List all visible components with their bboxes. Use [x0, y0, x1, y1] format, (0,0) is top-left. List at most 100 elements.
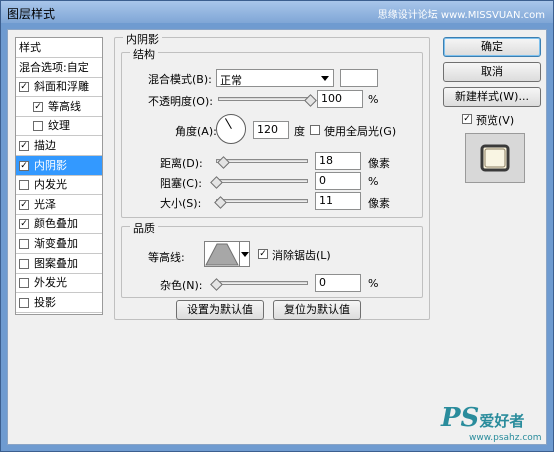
choke-slider[interactable] [210, 176, 308, 189]
blend-mode-label: 混合模式(B): [148, 73, 212, 86]
slider-track [216, 179, 308, 183]
style-list-label: 投影 [34, 295, 56, 309]
angle-label: 角度(A): [175, 125, 217, 138]
style-list-label: 斜面和浮雕 [34, 80, 89, 94]
chevron-down-icon [241, 252, 249, 257]
ok-button[interactable]: 确定 [443, 37, 541, 57]
watermark-text: 思缘设计论坛 www.MISSVUAN.com [377, 10, 545, 21]
style-checkbox[interactable]: ✓ [19, 219, 29, 230]
contour-curve-icon [205, 243, 239, 266]
structure-title: 结构 [130, 46, 158, 62]
style-list-item[interactable]: 图案叠加 [16, 254, 102, 274]
contour-dropdown[interactable] [239, 241, 250, 267]
style-checkbox[interactable]: ✓ [19, 160, 29, 171]
choke-label: 阻塞(C): [160, 177, 202, 190]
slider-track [218, 97, 310, 101]
slider-track [216, 281, 308, 285]
new-style-button[interactable]: 新建样式(W)... [443, 87, 541, 107]
make-default-button[interactable]: 设置为默认值 [176, 300, 264, 320]
preview-thumbnail-icon [480, 144, 510, 172]
style-list-label: 图案叠加 [34, 256, 78, 270]
style-list-item[interactable]: 内发光 [16, 175, 102, 196]
style-list-label: 内阴影 [34, 158, 67, 172]
angle-dial[interactable] [216, 114, 246, 144]
preview-label: 预览(V) [476, 114, 515, 127]
opacity-label: 不透明度(O): [148, 95, 213, 108]
distance-slider[interactable] [216, 156, 308, 169]
style-list-label: 渐变叠加 [34, 237, 78, 250]
distance-label: 距离(D): [160, 157, 203, 170]
style-checkbox[interactable] [19, 297, 29, 308]
style-list-label: 描边 [34, 139, 56, 152]
size-unit: 像素 [368, 197, 390, 210]
choke-input[interactable]: 0 [315, 172, 361, 190]
angle-unit: 度 [294, 125, 305, 138]
window-title: 图层样式 [7, 7, 56, 21]
style-list-item[interactable]: 纹理 [16, 116, 102, 137]
global-light-label: 使用全局光(G) [324, 125, 397, 138]
title-bar[interactable]: 图层样式 思缘设计论坛 www.MISSVUAN.com [1, 1, 553, 23]
style-list-item[interactable]: ✓ 颜色叠加 [16, 214, 102, 235]
noise-slider[interactable] [210, 278, 308, 291]
shadow-color-swatch[interactable] [340, 69, 378, 87]
size-label: 大小(S): [160, 197, 202, 210]
distance-input[interactable]: 18 [315, 152, 361, 170]
angle-input[interactable]: 120 [253, 121, 289, 139]
slider-track [216, 199, 308, 203]
blend-mode-value: 正常 [220, 74, 242, 87]
style-checkbox[interactable] [33, 121, 43, 132]
blend-mode-select[interactable]: 正常 [216, 69, 334, 87]
preview-checkbox[interactable]: ✓ [462, 114, 472, 124]
quality-title: 品质 [130, 220, 158, 236]
style-list-label: 等高线 [48, 99, 81, 113]
style-list-label: 外发光 [34, 276, 67, 290]
style-list-item[interactable]: ✓ 描边 [16, 136, 102, 156]
size-input[interactable]: 11 [315, 192, 361, 210]
style-list-item[interactable]: 混合选项:自定 [16, 58, 102, 78]
noise-unit: % [368, 277, 379, 290]
style-checkbox[interactable]: ✓ [19, 82, 29, 93]
noise-label: 杂色(N): [160, 279, 203, 292]
chevron-down-icon [321, 76, 329, 81]
style-list-item[interactable]: 投影 [16, 293, 102, 313]
site-logo: PS爱好者 www.psahz.com [441, 403, 542, 443]
style-checkbox[interactable]: ✓ [19, 141, 29, 151]
style-list: 样式 混合选项:自定 ✓ 斜面和浮雕 ✓ 等高线 纹理 ✓ 描边 ✓ 内阴影 内发光 ✓ 光泽 ✓ 颜色叠加渐… [15, 37, 103, 315]
noise-input[interactable]: 0 [315, 274, 361, 292]
style-list-label: 纹理 [48, 119, 70, 133]
opacity-input[interactable]: 100 [317, 90, 363, 108]
antialias-label: 消除锯齿(L) [272, 249, 331, 262]
style-list-item[interactable]: ✓ 光泽 [16, 195, 102, 215]
style-list-item[interactable]: ✓ 内阴影 [16, 155, 102, 176]
global-light-checkbox[interactable] [310, 125, 320, 135]
angle-indicator [225, 118, 232, 129]
logo-cn-text: 爱好者 [479, 412, 525, 430]
style-checkbox[interactable] [19, 239, 29, 249]
opacity-slider[interactable] [218, 94, 317, 107]
structure-group: 结构 混合模式(B): 正常 不透明度(O): 100 % 角度(A): 120… [121, 46, 423, 218]
style-checkbox[interactable]: ✓ [19, 199, 29, 210]
style-list-item[interactable]: ✓ 斜面和浮雕 [16, 77, 102, 98]
style-list-label: 内发光 [34, 178, 67, 192]
style-list-item[interactable]: 渐变叠加 [16, 234, 102, 254]
size-slider[interactable] [214, 196, 308, 209]
quality-group: 品质 等高线: ✓ 消除锯齿(L) 杂色(N): 0 % [121, 220, 423, 298]
cancel-button[interactable]: 取消 [443, 62, 541, 82]
choke-unit: % [368, 175, 379, 188]
contour-preview[interactable] [204, 241, 240, 267]
style-checkbox[interactable] [19, 258, 29, 269]
logo-ps-text: PS [441, 403, 480, 433]
reset-default-button[interactable]: 复位为默认值 [273, 300, 361, 320]
style-list-item[interactable]: ✓ 等高线 [16, 97, 102, 117]
style-checkbox[interactable]: ✓ [33, 101, 43, 112]
style-list-label: 颜色叠加 [34, 217, 78, 231]
contour-label: 等高线: [148, 251, 185, 264]
style-list-item[interactable]: 样式 [16, 38, 102, 58]
style-checkbox[interactable] [19, 278, 29, 289]
style-checkbox[interactable] [19, 180, 29, 191]
section-title: 内阴影 [123, 31, 162, 47]
antialias-checkbox[interactable]: ✓ [258, 249, 268, 259]
opacity-unit: % [368, 93, 379, 106]
style-list-item[interactable]: 外发光 [16, 273, 102, 294]
style-preview [465, 133, 525, 183]
